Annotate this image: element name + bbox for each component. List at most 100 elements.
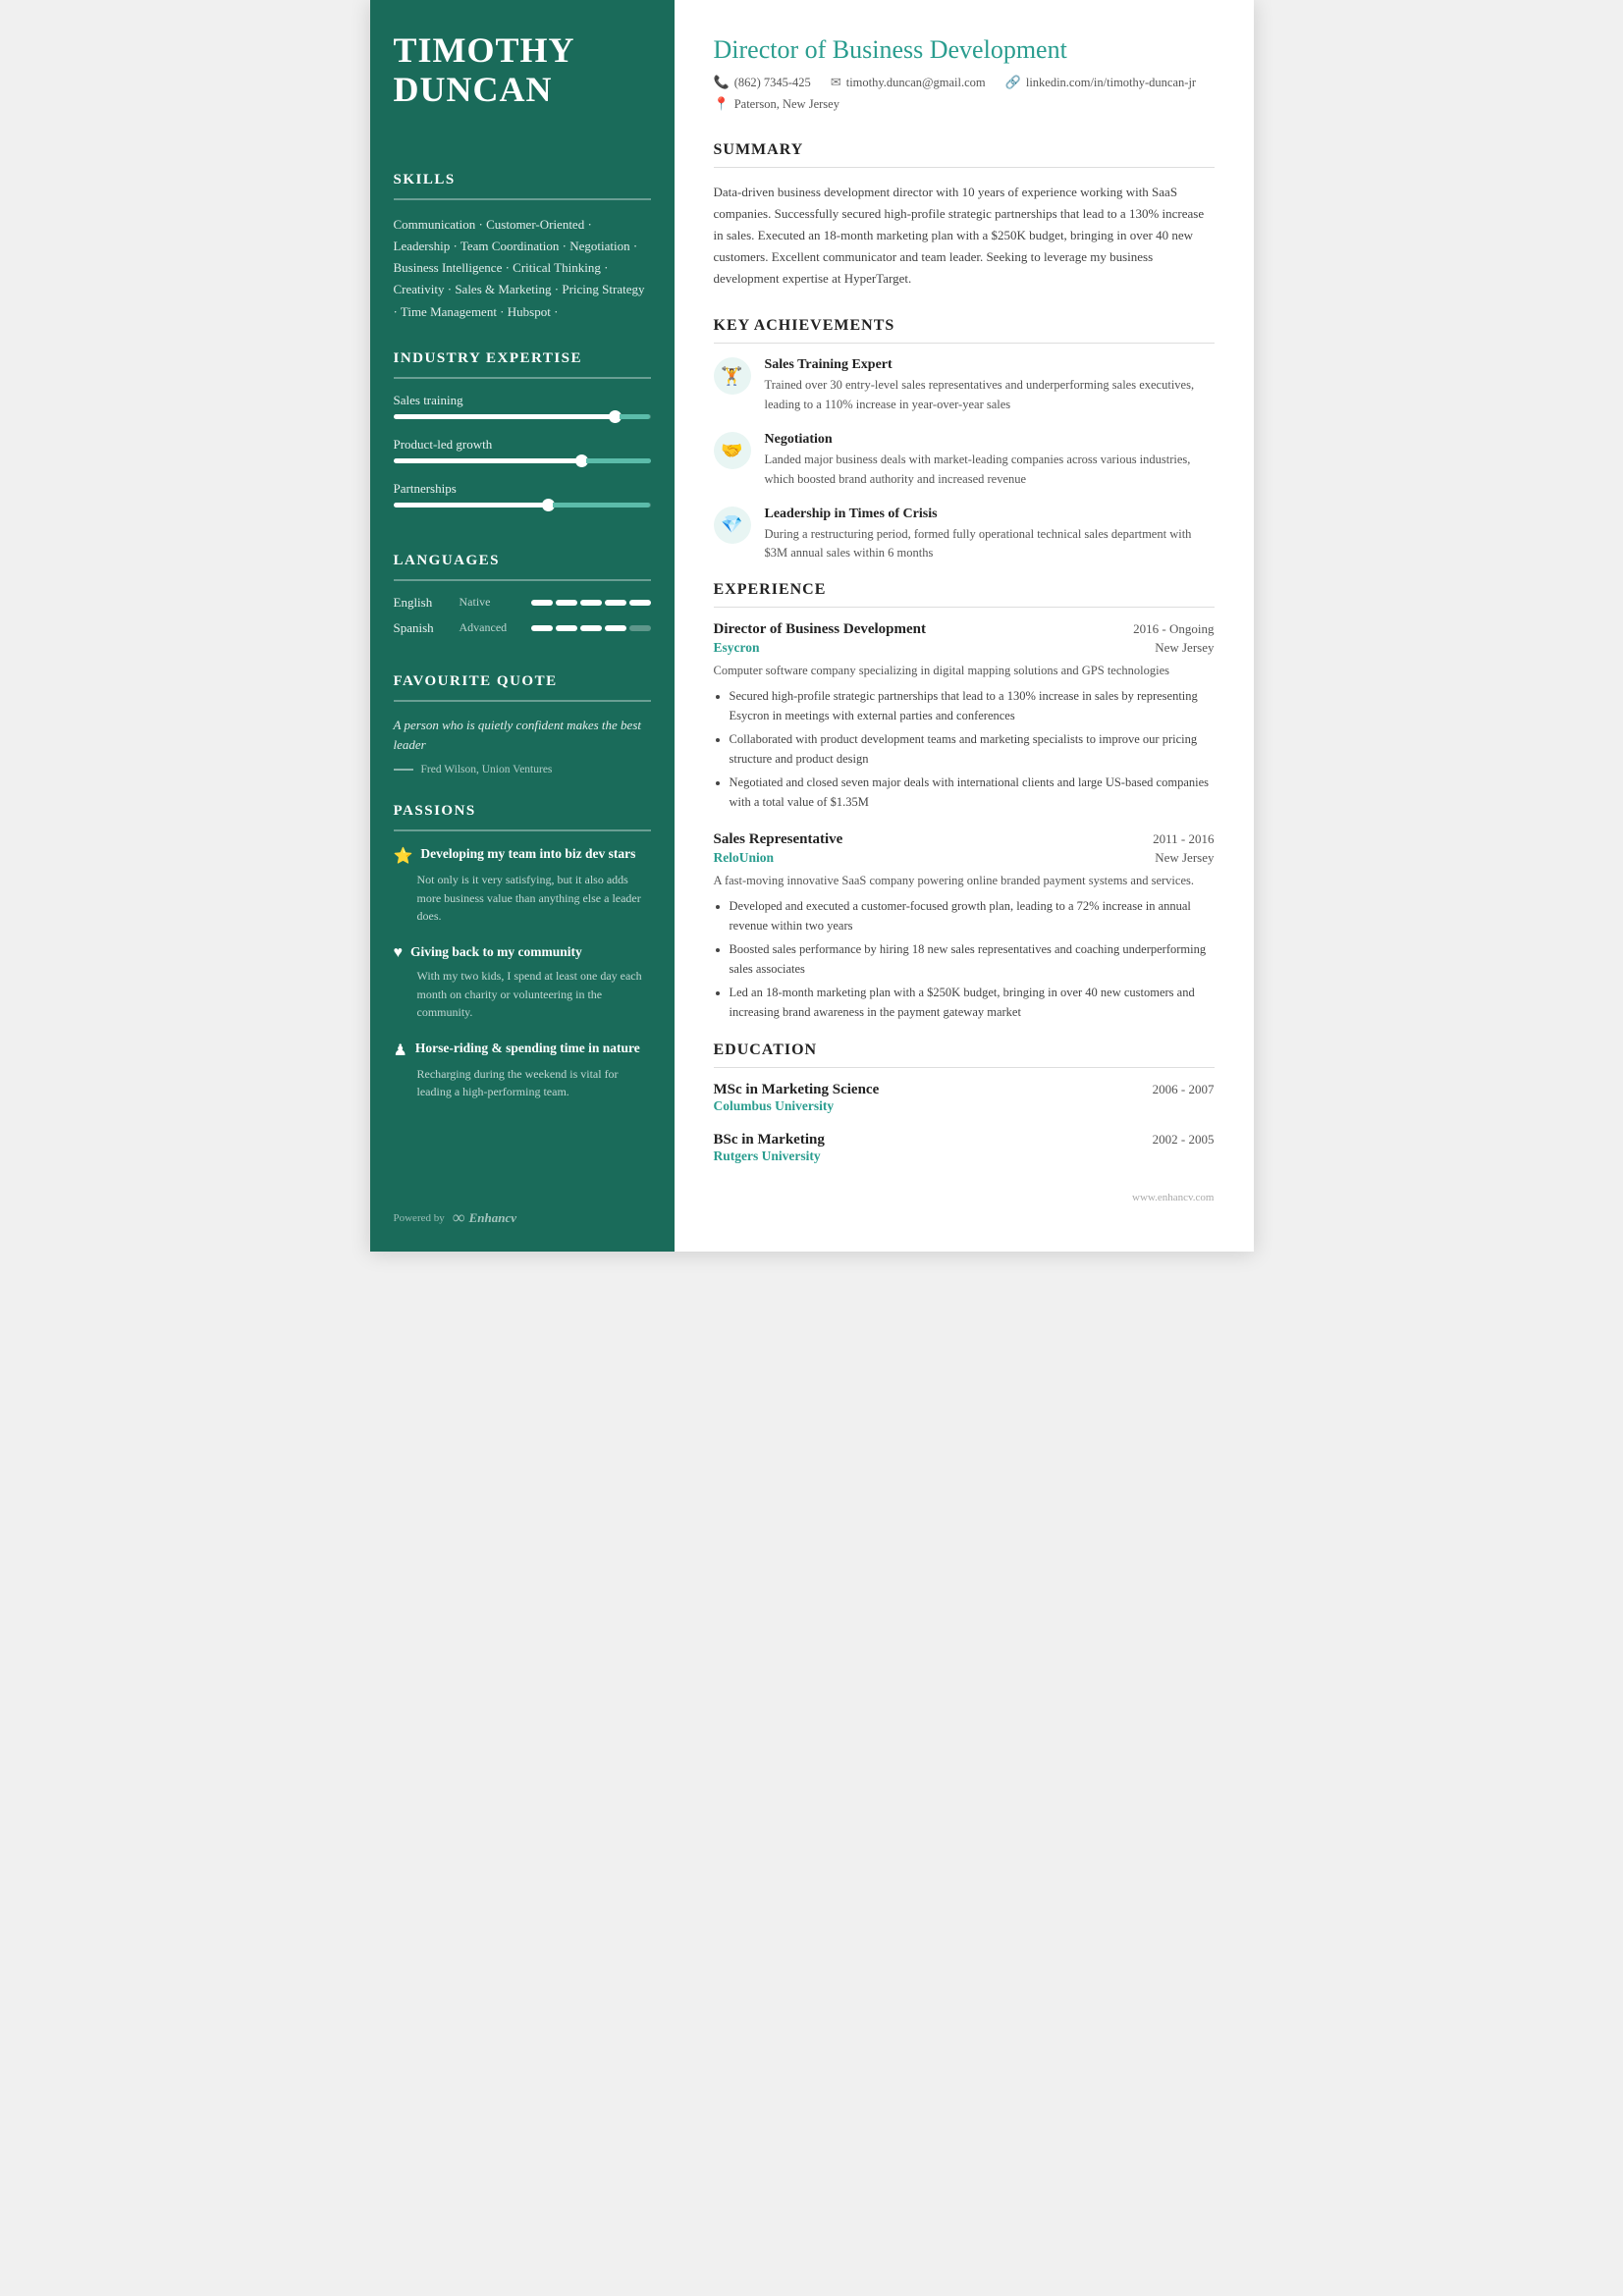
skills-divider — [394, 198, 651, 200]
contact-phone: 📞 (862) 7345-425 — [714, 75, 811, 90]
language-bar — [531, 600, 651, 606]
lang-segment — [605, 600, 626, 606]
main-content: Director of Business Development 📞 (862)… — [675, 0, 1254, 1252]
lang-segment — [605, 625, 626, 631]
sidebar-footer: Powered by ∞ Enhancv — [394, 1188, 651, 1228]
achievement-content: Negotiation Landed major business deals … — [765, 432, 1215, 489]
main-footer: www.enhancv.com — [714, 1182, 1215, 1203]
first-name: TIMOTHY — [394, 30, 575, 70]
expertise-list: Sales training Product-led growth Partne… — [394, 393, 651, 525]
enhancv-logo: ∞ Enhancv — [453, 1207, 516, 1228]
experience-bullet: Led an 18-month marketing plan with a $2… — [730, 983, 1215, 1022]
passions-divider — [394, 829, 651, 831]
location-value: Paterson, New Jersey — [734, 97, 839, 112]
education-header: MSc in Marketing Science 2006 - 2007 — [714, 1082, 1215, 1098]
skills-text: Communication · Customer-Oriented · Lead… — [394, 214, 651, 322]
passion-icon: ♟ — [394, 1041, 407, 1060]
language-level: Advanced — [460, 620, 525, 635]
contact-row: 📞 (862) 7345-425 ✉ timothy.duncan@gmail.… — [714, 75, 1215, 112]
education-title: EDUCATION — [714, 1041, 1215, 1059]
expertise-divider — [394, 377, 651, 379]
language-bar — [531, 625, 651, 631]
experience-location: New Jersey — [1155, 640, 1214, 656]
expertise-bar-fill — [394, 458, 587, 463]
achievements-title: KEY ACHIEVEMENTS — [714, 317, 1215, 335]
language-name: Spanish — [394, 620, 460, 636]
passion-item: ♥ Giving back to my community With my tw… — [394, 943, 651, 1022]
languages-title: LANGUAGES — [394, 553, 651, 569]
passion-title: Horse-riding & spending time in nature — [415, 1040, 640, 1057]
last-name: DUNCAN — [394, 70, 553, 109]
expertise-bar-track — [394, 458, 651, 463]
email-value: timothy.duncan@gmail.com — [846, 76, 986, 90]
summary-title: SUMMARY — [714, 141, 1215, 159]
achievement-desc: Landed major business deals with market-… — [765, 451, 1215, 489]
experience-title-text: Sales Representative — [714, 831, 843, 848]
lang-segment — [556, 600, 577, 606]
achievement-icon: 🤝 — [714, 432, 751, 469]
summary-divider — [714, 167, 1215, 168]
contact-location: 📍 Paterson, New Jersey — [714, 96, 839, 112]
education-header: BSc in Marketing 2002 - 2005 — [714, 1132, 1215, 1148]
phone-value: (862) 7345-425 — [734, 76, 811, 90]
experience-location: New Jersey — [1155, 850, 1214, 866]
lang-segment — [629, 625, 651, 631]
passions-title: PASSIONS — [394, 803, 651, 820]
achievement-content: Leadership in Times of Crisis During a r… — [765, 507, 1215, 563]
expertise-bar-tail — [586, 458, 651, 463]
experience-item: Sales Representative 2011 - 2016 ReloUni… — [714, 831, 1215, 1022]
linkedin-icon: 🔗 — [1005, 75, 1021, 90]
passion-desc: With my two kids, I spend at least one d… — [394, 967, 651, 1022]
job-title: Director of Business Development — [714, 35, 1215, 65]
experience-desc: Computer software company specializing i… — [714, 661, 1215, 680]
enhancv-brand: Enhancv — [469, 1210, 516, 1226]
experience-bullets: Developed and executed a customer-focuse… — [714, 896, 1215, 1022]
passion-desc: Not only is it very satisfying, but it a… — [394, 871, 651, 926]
experience-dates: 2016 - Ongoing — [1133, 621, 1214, 637]
experience-item: Director of Business Development 2016 - … — [714, 621, 1215, 812]
expertise-bar-fill — [394, 503, 553, 507]
experience-subheader: Esycron New Jersey — [714, 640, 1215, 656]
passion-header: ⭐ Developing my team into biz dev stars — [394, 845, 651, 866]
experience-title: EXPERIENCE — [714, 581, 1215, 599]
education-degree: BSc in Marketing — [714, 1132, 825, 1148]
footer-url: www.enhancv.com — [1132, 1192, 1215, 1203]
lang-segment — [531, 625, 553, 631]
achievement-desc: During a restructuring period, formed fu… — [765, 525, 1215, 563]
expertise-bar-fill — [394, 414, 621, 419]
education-divider — [714, 1067, 1215, 1068]
linkedin-value: linkedin.com/in/timothy-duncan-jr — [1026, 76, 1196, 90]
expertise-bar-track — [394, 414, 651, 419]
education-item: BSc in Marketing 2002 - 2005 Rutgers Uni… — [714, 1132, 1215, 1164]
achievement-desc: Trained over 30 entry-level sales repres… — [765, 376, 1215, 414]
expertise-bar-track — [394, 503, 651, 507]
summary-text: Data-driven business development directo… — [714, 182, 1215, 290]
resume-document: TIMOTHY DUNCAN SKILLS Communication · Cu… — [370, 0, 1254, 1252]
candidate-name: TIMOTHY DUNCAN — [394, 31, 651, 109]
language-name: English — [394, 595, 460, 611]
achievement-title: Negotiation — [765, 432, 1215, 448]
passion-icon: ⭐ — [394, 846, 413, 866]
passion-desc: Recharging during the weekend is vital f… — [394, 1065, 651, 1101]
experience-bullet: Negotiated and closed seven major deals … — [730, 773, 1215, 812]
enhancv-symbol-icon: ∞ — [453, 1207, 465, 1228]
contact-linkedin: 🔗 linkedin.com/in/timothy-duncan-jr — [1005, 75, 1196, 90]
education-degree: MSc in Marketing Science — [714, 1082, 880, 1098]
education-item: MSc in Marketing Science 2006 - 2007 Col… — [714, 1082, 1215, 1114]
experience-bullet: Collaborated with product development te… — [730, 729, 1215, 769]
expertise-label: Partnerships — [394, 481, 651, 497]
education-dates: 2002 - 2005 — [1153, 1132, 1215, 1148]
achievements-list: 🏋 Sales Training Expert Trained over 30 … — [714, 357, 1215, 562]
language-item: Spanish Advanced — [394, 620, 651, 636]
passion-title: Developing my team into biz dev stars — [420, 845, 635, 863]
quote-text: A person who is quietly confident makes … — [394, 716, 651, 757]
lang-segment — [580, 625, 602, 631]
experience-dates: 2011 - 2016 — [1153, 831, 1214, 847]
achievement-item: 🤝 Negotiation Landed major business deal… — [714, 432, 1215, 489]
experience-desc: A fast-moving innovative SaaS company po… — [714, 871, 1215, 890]
contact-email: ✉ timothy.duncan@gmail.com — [831, 75, 986, 90]
expertise-item: Product-led growth — [394, 437, 651, 463]
education-list: MSc in Marketing Science 2006 - 2007 Col… — [714, 1082, 1215, 1164]
achievement-item: 🏋 Sales Training Expert Trained over 30 … — [714, 357, 1215, 414]
email-icon: ✉ — [831, 75, 841, 90]
